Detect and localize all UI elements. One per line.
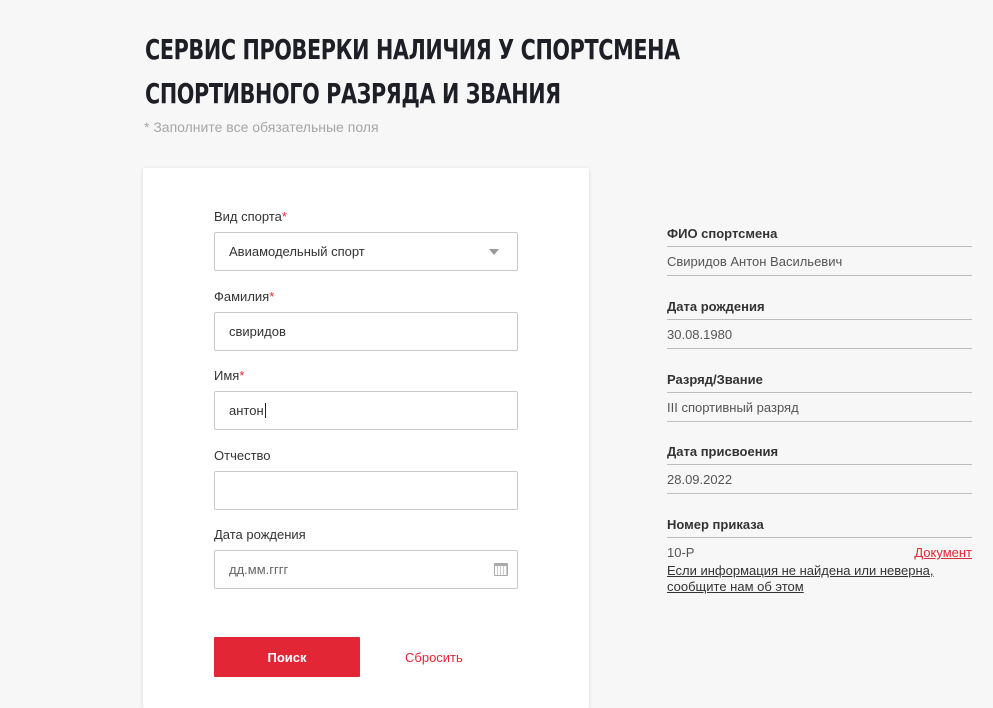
sport-select[interactable]: Авиамодельный спорт (214, 232, 518, 271)
page-title-line-2: спортивного разряда и звания (145, 77, 561, 110)
result-panel: ФИО спортсмена Свиридов Антон Васильевич… (667, 225, 972, 595)
firstname-label: Имя* (214, 368, 245, 383)
report-error-line-2: сообщите нам об этом (667, 579, 804, 594)
result-assigned-value: 28.09.2022 (667, 465, 972, 494)
document-link[interactable]: Документ (914, 538, 972, 568)
lastname-input-value: свиридов (229, 324, 286, 339)
result-birthdate: Дата рождения 30.08.1980 (667, 298, 972, 349)
calendar-icon[interactable] (494, 563, 508, 576)
lastname-field: Фамилия* свиридов (214, 288, 518, 351)
result-order-label: Номер приказа (667, 516, 972, 538)
birthdate-label: Дата рождения (214, 527, 306, 542)
sport-label: Вид спорта* (214, 209, 287, 224)
firstname-field: Имя* антон (214, 367, 518, 430)
page-title-line-1: Сервис проверки наличия у спортсмена (145, 33, 680, 66)
reset-button[interactable]: Сбросить (405, 637, 463, 677)
birthdate-field: Дата рождения дд.мм.гггг (214, 526, 518, 589)
result-order-value: 10-Р (667, 545, 695, 560)
patronymic-field: Отчество (214, 447, 518, 510)
sport-field: Вид спорта* Авиамодельный спорт (214, 208, 518, 271)
firstname-input[interactable]: антон (214, 391, 518, 430)
result-birthdate-value: 30.08.1980 (667, 320, 972, 349)
result-order-row: 10-Р Документ (667, 538, 972, 563)
patronymic-input[interactable] (214, 471, 518, 510)
firstname-input-value: антон (229, 403, 264, 418)
search-button[interactable]: Поиск (214, 637, 360, 677)
required-fields-hint: * Заполните все обязательные поля (144, 119, 379, 135)
chevron-down-icon[interactable] (489, 249, 499, 255)
result-assigned-label: Дата присвоения (667, 443, 972, 465)
required-mark: * (281, 209, 287, 224)
birthdate-placeholder: дд.мм.гггг (229, 562, 289, 577)
search-form-card: Вид спорта* Авиамодельный спорт Фамилия*… (143, 168, 589, 708)
result-rank-label: Разряд/Звание (667, 371, 972, 393)
sport-select-value: Авиамодельный спорт (229, 244, 365, 259)
result-birthdate-label: Дата рождения (667, 298, 972, 320)
lastname-label: Фамилия* (214, 289, 275, 304)
patronymic-label: Отчество (214, 448, 271, 463)
required-mark: * (239, 368, 245, 383)
result-order: Номер приказа 10-Р Документ (667, 516, 972, 563)
result-fio: ФИО спортсмена Свиридов Антон Васильевич (667, 225, 972, 276)
page-title: Сервис проверки наличия у спортсмена спо… (145, 28, 767, 116)
lastname-input[interactable]: свиридов (214, 312, 518, 351)
required-mark: * (269, 289, 275, 304)
result-assigned-date: Дата присвоения 28.09.2022 (667, 443, 972, 494)
result-rank-value: III спортивный разряд (667, 393, 972, 422)
text-cursor (264, 403, 266, 418)
result-rank: Разряд/Звание III спортивный разряд (667, 371, 972, 422)
birthdate-input[interactable]: дд.мм.гггг (214, 550, 518, 589)
result-fio-value: Свиридов Антон Васильевич (667, 247, 972, 276)
result-fio-label: ФИО спортсмена (667, 225, 972, 247)
